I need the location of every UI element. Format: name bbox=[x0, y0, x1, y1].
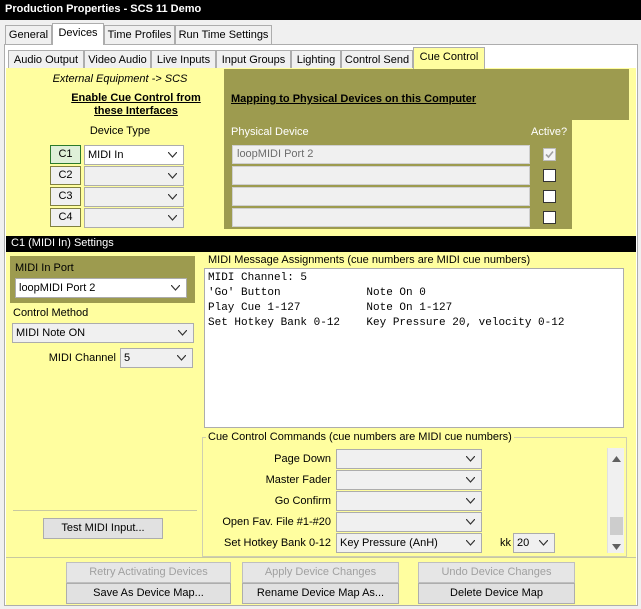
external-equipment-label: External Equipment -> SCS bbox=[52, 73, 188, 85]
retry-activating-devices-button[interactable]: Retry Activating Devices bbox=[66, 562, 231, 583]
tab-video-audio[interactable]: Video Audio bbox=[84, 50, 151, 69]
chevron-down-icon bbox=[466, 513, 478, 531]
command-page-down-label: Page Down bbox=[274, 453, 331, 465]
commands-scrollbar[interactable] bbox=[607, 448, 624, 553]
row-c4-device-type[interactable] bbox=[84, 208, 184, 228]
chevron-down-icon bbox=[168, 167, 180, 185]
device-tab-strip: Audio Output Video Audio Live Inputs Inp… bbox=[5, 45, 637, 69]
command-go-confirm-select[interactable] bbox=[336, 491, 482, 511]
row-c3-active-checkbox[interactable] bbox=[543, 190, 556, 203]
chevron-down-icon bbox=[466, 450, 478, 468]
window-title-bar: Production Properties - SCS 11 Demo bbox=[0, 0, 641, 20]
assignment-line: Set Hotkey Bank 0-12 Key Pressure 20, ve… bbox=[208, 317, 565, 329]
tab-devices[interactable]: Devices bbox=[52, 23, 104, 45]
physical-device-header: Physical Device bbox=[231, 126, 309, 138]
bottom-divider bbox=[6, 557, 636, 558]
tab-input-groups[interactable]: Input Groups bbox=[216, 50, 291, 69]
command-master-fader-select[interactable] bbox=[336, 470, 482, 490]
settings-bar: C1 (MIDI In) Settings bbox=[6, 236, 636, 252]
delete-device-map-button[interactable]: Delete Device Map bbox=[418, 583, 575, 604]
row-c2-active-checkbox[interactable] bbox=[543, 169, 556, 182]
row-c3-label: C3 bbox=[50, 187, 81, 206]
row-c2-label: C2 bbox=[50, 166, 81, 185]
row-c4-active-checkbox[interactable] bbox=[543, 211, 556, 224]
test-midi-input-button[interactable]: Test MIDI Input... bbox=[43, 518, 163, 539]
row-c2-device-type[interactable] bbox=[84, 166, 184, 186]
assignment-line: 'Go' Button Note On 0 bbox=[208, 287, 426, 299]
enable-cue-control-heading: Enable Cue Control from these Interfaces bbox=[71, 92, 201, 117]
scrollbar-thumb[interactable] bbox=[610, 517, 623, 535]
midi-in-port-label: MIDI In Port bbox=[15, 262, 74, 274]
row-c4-physical-device[interactable] bbox=[232, 208, 530, 227]
active-header: Active? bbox=[531, 126, 568, 138]
assignment-line: Play Cue 1-127 Note On 1-127 bbox=[208, 302, 453, 314]
tab-live-inputs[interactable]: Live Inputs bbox=[151, 50, 216, 69]
tab-lighting[interactable]: Lighting bbox=[291, 50, 341, 69]
scroll-up-arrow-icon[interactable] bbox=[612, 453, 621, 465]
row-c3-physical-device[interactable] bbox=[232, 187, 530, 206]
command-set-hotkey-select[interactable]: Key Pressure (AnH) bbox=[336, 533, 482, 553]
chevron-down-icon bbox=[168, 146, 180, 164]
apply-device-changes-button[interactable]: Apply Device Changes bbox=[242, 562, 399, 583]
checkmark-icon bbox=[545, 150, 554, 159]
row-c1-label: C1 bbox=[50, 145, 81, 164]
commands-label: Cue Control Commands (cue numbers are MI… bbox=[206, 431, 514, 443]
top-tab-strip: General Devices Time Profiles Run Time S… bbox=[0, 20, 641, 46]
control-method-select[interactable]: MIDI Note ON bbox=[12, 323, 194, 343]
assignments-textbox[interactable]: MIDI Channel: 5 'Go' Button Note On 0 Pl… bbox=[204, 268, 624, 428]
command-master-fader-label: Master Fader bbox=[265, 474, 331, 486]
chevron-down-icon bbox=[539, 534, 551, 552]
tab-control-send[interactable]: Control Send bbox=[341, 50, 413, 69]
left-divider bbox=[13, 510, 197, 511]
command-open-fav-label: Open Fav. File #1-#20 bbox=[222, 516, 331, 528]
window-title: Production Properties - SCS 11 Demo bbox=[5, 3, 202, 15]
tab-cue-control[interactable]: Cue Control bbox=[413, 47, 485, 69]
mapping-title: Mapping to Physical Devices on this Comp… bbox=[231, 93, 477, 105]
rename-device-map-button[interactable]: Rename Device Map As... bbox=[242, 583, 399, 604]
midi-channel-select[interactable]: 5 bbox=[120, 348, 193, 368]
command-open-fav-select[interactable] bbox=[336, 512, 482, 532]
scroll-down-arrow-icon[interactable] bbox=[612, 541, 621, 553]
control-method-label: Control Method bbox=[13, 307, 89, 319]
row-c1-physical-device[interactable]: loopMIDI Port 2 bbox=[232, 145, 530, 164]
tab-run-time-settings[interactable]: Run Time Settings bbox=[175, 25, 272, 44]
chevron-down-icon bbox=[466, 471, 478, 489]
row-c1-active-checkbox[interactable] bbox=[543, 148, 556, 161]
chevron-down-icon bbox=[171, 279, 183, 297]
device-type-header: Device Type bbox=[89, 125, 151, 137]
row-c4-label: C4 bbox=[50, 208, 81, 227]
row-c2-physical-device[interactable] bbox=[232, 166, 530, 185]
command-go-confirm-label: Go Confirm bbox=[274, 495, 331, 507]
chevron-down-icon bbox=[178, 324, 190, 342]
row-c3-device-type[interactable] bbox=[84, 187, 184, 207]
chevron-down-icon bbox=[466, 534, 478, 552]
tab-audio-output[interactable]: Audio Output bbox=[8, 50, 84, 69]
command-page-down-select[interactable] bbox=[336, 449, 482, 469]
tab-time-profiles[interactable]: Time Profiles bbox=[104, 25, 175, 44]
row-c1-device-type[interactable]: MIDI In bbox=[84, 145, 184, 165]
chevron-down-icon bbox=[168, 209, 180, 227]
chevron-down-icon bbox=[177, 349, 189, 367]
undo-device-changes-button[interactable]: Undo Device Changes bbox=[418, 562, 575, 583]
command-set-hotkey-label: Set Hotkey Bank 0-12 bbox=[223, 537, 331, 549]
kk-label: kk bbox=[500, 537, 511, 549]
tab-general[interactable]: General bbox=[5, 25, 52, 44]
midi-channel-label: MIDI Channel bbox=[48, 352, 116, 364]
save-as-device-map-button[interactable]: Save As Device Map... bbox=[66, 583, 231, 604]
midi-in-port-select[interactable]: loopMIDI Port 2 bbox=[15, 278, 187, 298]
assignments-label: MIDI Message Assignments (cue numbers ar… bbox=[206, 254, 533, 266]
chevron-down-icon bbox=[168, 188, 180, 206]
assignment-line: MIDI Channel: 5 bbox=[208, 272, 308, 284]
chevron-down-icon bbox=[466, 492, 478, 510]
kk-select[interactable]: 20 bbox=[513, 533, 555, 553]
